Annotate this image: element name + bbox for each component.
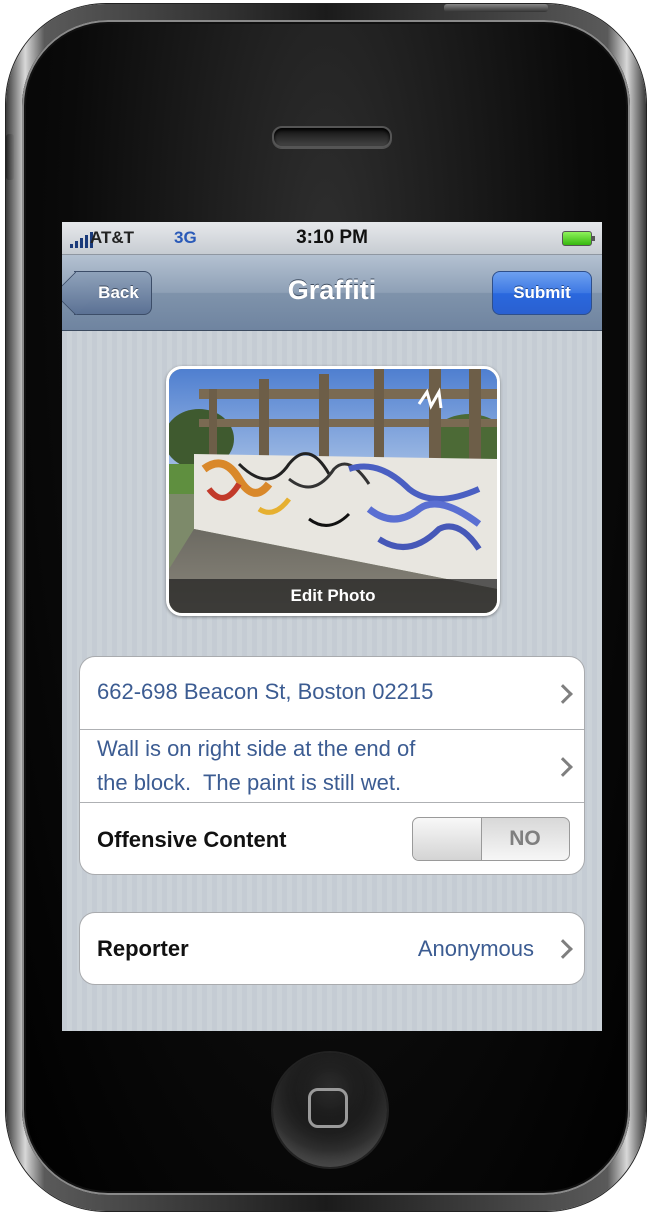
description-row[interactable]: Wall is on right side at the end of the …	[80, 730, 584, 803]
home-button[interactable]	[273, 1053, 387, 1167]
earpiece-speaker	[272, 126, 392, 148]
app-screen: AT&T 3G 3:10 PM Back Graffiti Submit Edi…	[62, 222, 602, 1031]
mute-switch	[6, 134, 14, 180]
reporter-label: Reporter	[97, 936, 189, 961]
reporter-value: Anonymous	[417, 936, 534, 961]
offensive-content-label: Offensive Content	[97, 827, 287, 852]
reporter-row[interactable]: Reporter Anonymous	[80, 913, 584, 984]
address-value: 662-698 Beacon St, Boston 02215	[97, 679, 434, 704]
chevron-right-icon	[553, 939, 573, 959]
report-details-group: 662-698 Beacon St, Boston 02215 Wall is …	[79, 656, 585, 875]
offensive-content-switch[interactable]: NO	[412, 817, 570, 861]
switch-state-label: NO	[509, 827, 541, 850]
status-bar: AT&T 3G 3:10 PM	[62, 222, 602, 255]
graffiti-photo[interactable]: Edit Photo	[166, 366, 500, 616]
status-time: 3:10 PM	[296, 227, 368, 248]
submit-button[interactable]: Submit	[492, 271, 592, 315]
chevron-right-icon	[553, 757, 573, 777]
switch-knob	[413, 818, 482, 860]
sleep-button	[444, 4, 548, 12]
edit-photo-label: Edit Photo	[169, 579, 497, 613]
navigation-bar: Back Graffiti Submit	[62, 255, 602, 331]
description-line-1: Wall is on right side at the end of	[97, 736, 416, 761]
chevron-right-icon	[553, 684, 573, 704]
description-line-2: the block. The paint is still wet.	[97, 770, 402, 795]
address-row[interactable]: 662-698 Beacon St, Boston 02215	[80, 657, 584, 730]
battery-icon	[562, 231, 595, 246]
photo-image	[169, 369, 497, 613]
home-square-icon	[308, 1088, 348, 1128]
offensive-content-row: Offensive Content NO	[80, 803, 584, 874]
reporter-group: Reporter Anonymous	[79, 912, 585, 985]
